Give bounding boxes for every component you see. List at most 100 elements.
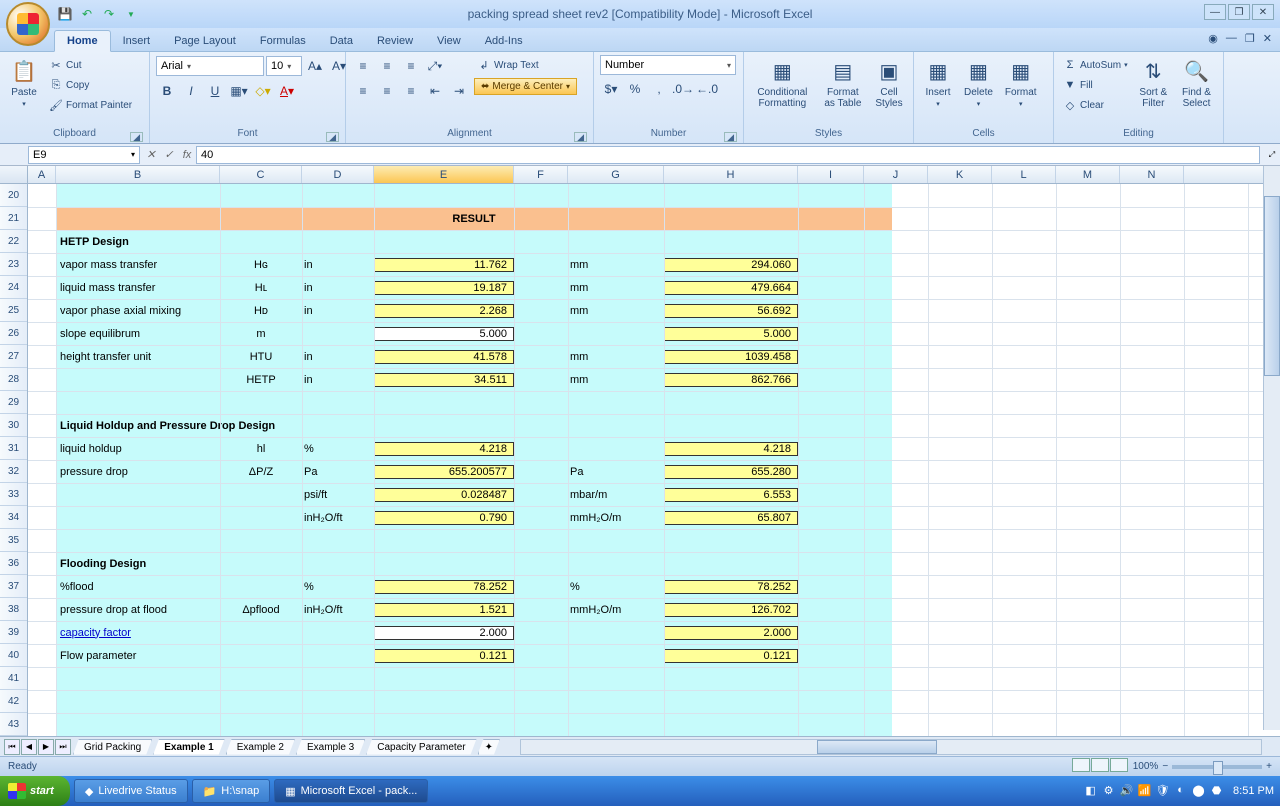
cancel-fx-icon[interactable]: ✕ bbox=[142, 148, 160, 161]
sheet-nav-last[interactable]: ⏭ bbox=[55, 739, 71, 755]
delete-cells-button[interactable]: ▦Delete▾ bbox=[960, 55, 997, 110]
format-cells-button[interactable]: ▦Format▾ bbox=[1001, 55, 1041, 110]
col-J[interactable]: J bbox=[864, 166, 928, 183]
qat-dropdown-icon[interactable]: ▼ bbox=[122, 5, 140, 23]
number-format-combo[interactable]: Number▾ bbox=[600, 55, 736, 75]
clock[interactable]: 8:51 PM bbox=[1233, 785, 1274, 797]
tray-icon[interactable]: 🛡 bbox=[1155, 784, 1170, 799]
col-A[interactable]: A bbox=[28, 166, 56, 183]
row-header[interactable]: 41 bbox=[0, 667, 27, 690]
close-button[interactable]: ✕ bbox=[1252, 4, 1274, 20]
col-G[interactable]: G bbox=[568, 166, 664, 183]
restore-button[interactable]: ❐ bbox=[1228, 4, 1250, 20]
sheet-tab[interactable]: Example 3 bbox=[296, 739, 365, 755]
sheet-nav-next[interactable]: ▶ bbox=[38, 739, 54, 755]
col-H[interactable]: H bbox=[664, 166, 798, 183]
row-header[interactable]: 20 bbox=[0, 184, 27, 207]
fx-icon[interactable]: fx bbox=[178, 149, 196, 161]
min-ribbon-icon[interactable]: — bbox=[1226, 32, 1237, 45]
row-header[interactable]: 43 bbox=[0, 713, 27, 736]
font-dialog-icon[interactable]: ◢ bbox=[326, 132, 339, 142]
enter-fx-icon[interactable]: ✓ bbox=[160, 148, 178, 161]
align-center-icon[interactable]: ≡ bbox=[376, 80, 398, 102]
inc-decimal-icon[interactable]: .0→ bbox=[672, 78, 694, 100]
autosum-button[interactable]: ΣAutoSum▾ bbox=[1060, 55, 1131, 75]
save-icon[interactable]: 💾 bbox=[56, 5, 74, 23]
row-header[interactable]: 39 bbox=[0, 621, 27, 644]
row-header[interactable]: 38 bbox=[0, 598, 27, 621]
expand-fxbar-icon[interactable]: ⤢ bbox=[1264, 150, 1280, 160]
taskbar-item[interactable]: ◆Livedrive Status bbox=[74, 779, 188, 803]
font-size-combo[interactable]: 10▾ bbox=[266, 56, 302, 76]
formula-input[interactable]: 40 bbox=[196, 146, 1260, 164]
row-header[interactable]: 28 bbox=[0, 368, 27, 391]
row-header[interactable]: 33 bbox=[0, 483, 27, 506]
start-button[interactable]: start bbox=[0, 776, 70, 806]
zoom-level[interactable]: 100% bbox=[1133, 761, 1159, 772]
row-header[interactable]: 23 bbox=[0, 253, 27, 276]
tray-icon[interactable]: ⬤ bbox=[1191, 784, 1206, 799]
zoom-slider[interactable] bbox=[1172, 765, 1262, 769]
merge-center-button[interactable]: ⬌Merge & Center▾ bbox=[474, 78, 577, 95]
col-B[interactable]: B bbox=[56, 166, 220, 183]
row-header[interactable]: 22 bbox=[0, 230, 27, 253]
doc-close-icon[interactable]: ✕ bbox=[1263, 32, 1272, 45]
align-left-icon[interactable]: ≡ bbox=[352, 80, 374, 102]
zoom-in-icon[interactable]: + bbox=[1266, 761, 1272, 772]
col-K[interactable]: K bbox=[928, 166, 992, 183]
name-box[interactable]: E9▾ bbox=[28, 146, 140, 164]
undo-icon[interactable]: ↶ bbox=[78, 5, 96, 23]
redo-icon[interactable]: ↷ bbox=[100, 5, 118, 23]
view-buttons[interactable] bbox=[1072, 758, 1129, 775]
row-header[interactable]: 21 bbox=[0, 207, 27, 230]
comma-icon[interactable]: , bbox=[648, 78, 670, 100]
col-N[interactable]: N bbox=[1120, 166, 1184, 183]
office-button[interactable] bbox=[6, 2, 50, 46]
tab-insert[interactable]: Insert bbox=[111, 31, 163, 51]
underline-button[interactable]: U bbox=[204, 80, 226, 102]
tray-icon[interactable]: ⚙ bbox=[1101, 784, 1116, 799]
horizontal-scrollbar[interactable] bbox=[520, 739, 1262, 755]
insert-cells-button[interactable]: ▦Insert▾ bbox=[920, 55, 956, 110]
orientation-icon[interactable]: ⤢▾ bbox=[424, 55, 446, 77]
row-header[interactable]: 27 bbox=[0, 345, 27, 368]
font-color-button[interactable]: A▾ bbox=[276, 80, 298, 102]
tab-home[interactable]: Home bbox=[54, 30, 111, 52]
row-header[interactable]: 29 bbox=[0, 391, 27, 414]
doc-restore-icon[interactable]: ❐ bbox=[1245, 32, 1255, 45]
taskbar-item[interactable]: ▦Microsoft Excel - pack... bbox=[274, 779, 428, 803]
align-top-icon[interactable]: ≡ bbox=[352, 55, 374, 77]
percent-icon[interactable]: % bbox=[624, 78, 646, 100]
tray-icon[interactable]: 🔊 bbox=[1119, 784, 1134, 799]
sort-filter-button[interactable]: ⇅Sort & Filter bbox=[1135, 55, 1172, 111]
cell-styles-button[interactable]: ▣Cell Styles bbox=[871, 55, 907, 111]
capacity-factor-link[interactable]: capacity factor bbox=[56, 627, 220, 639]
row-header[interactable]: 32 bbox=[0, 460, 27, 483]
row-header[interactable]: 35 bbox=[0, 529, 27, 552]
sheet-tab[interactable]: Example 1 bbox=[153, 739, 224, 755]
taskbar-item[interactable]: 📁H:\snap bbox=[192, 779, 271, 803]
paste-button[interactable]: 📋 Paste ▾ bbox=[6, 55, 42, 110]
sheet-tab[interactable]: Example 2 bbox=[226, 739, 295, 755]
find-select-button[interactable]: 🔍Find & Select bbox=[1176, 55, 1217, 111]
tray-icon[interactable]: ◐ bbox=[1173, 784, 1188, 799]
zoom-out-icon[interactable]: − bbox=[1162, 761, 1168, 772]
tab-data[interactable]: Data bbox=[318, 31, 365, 51]
row-header[interactable]: 34 bbox=[0, 506, 27, 529]
tray-icon[interactable]: ◧ bbox=[1083, 784, 1098, 799]
row-header[interactable]: 30 bbox=[0, 414, 27, 437]
row-header[interactable]: 31 bbox=[0, 437, 27, 460]
col-I[interactable]: I bbox=[798, 166, 864, 183]
copy-button[interactable]: ⎘Copy bbox=[46, 75, 135, 95]
tab-review[interactable]: Review bbox=[365, 31, 425, 51]
tray-icon[interactable]: ⬣ bbox=[1209, 784, 1224, 799]
align-bottom-icon[interactable]: ≡ bbox=[400, 55, 422, 77]
col-E[interactable]: E bbox=[374, 166, 514, 183]
col-C[interactable]: C bbox=[220, 166, 302, 183]
help-icon[interactable]: ◉ bbox=[1208, 32, 1218, 45]
bold-button[interactable]: B bbox=[156, 80, 178, 102]
sheet-tab[interactable]: Grid Packing bbox=[73, 739, 152, 755]
tab-view[interactable]: View bbox=[425, 31, 473, 51]
new-sheet-button[interactable]: ✦ bbox=[478, 739, 500, 755]
row-header[interactable]: 24 bbox=[0, 276, 27, 299]
